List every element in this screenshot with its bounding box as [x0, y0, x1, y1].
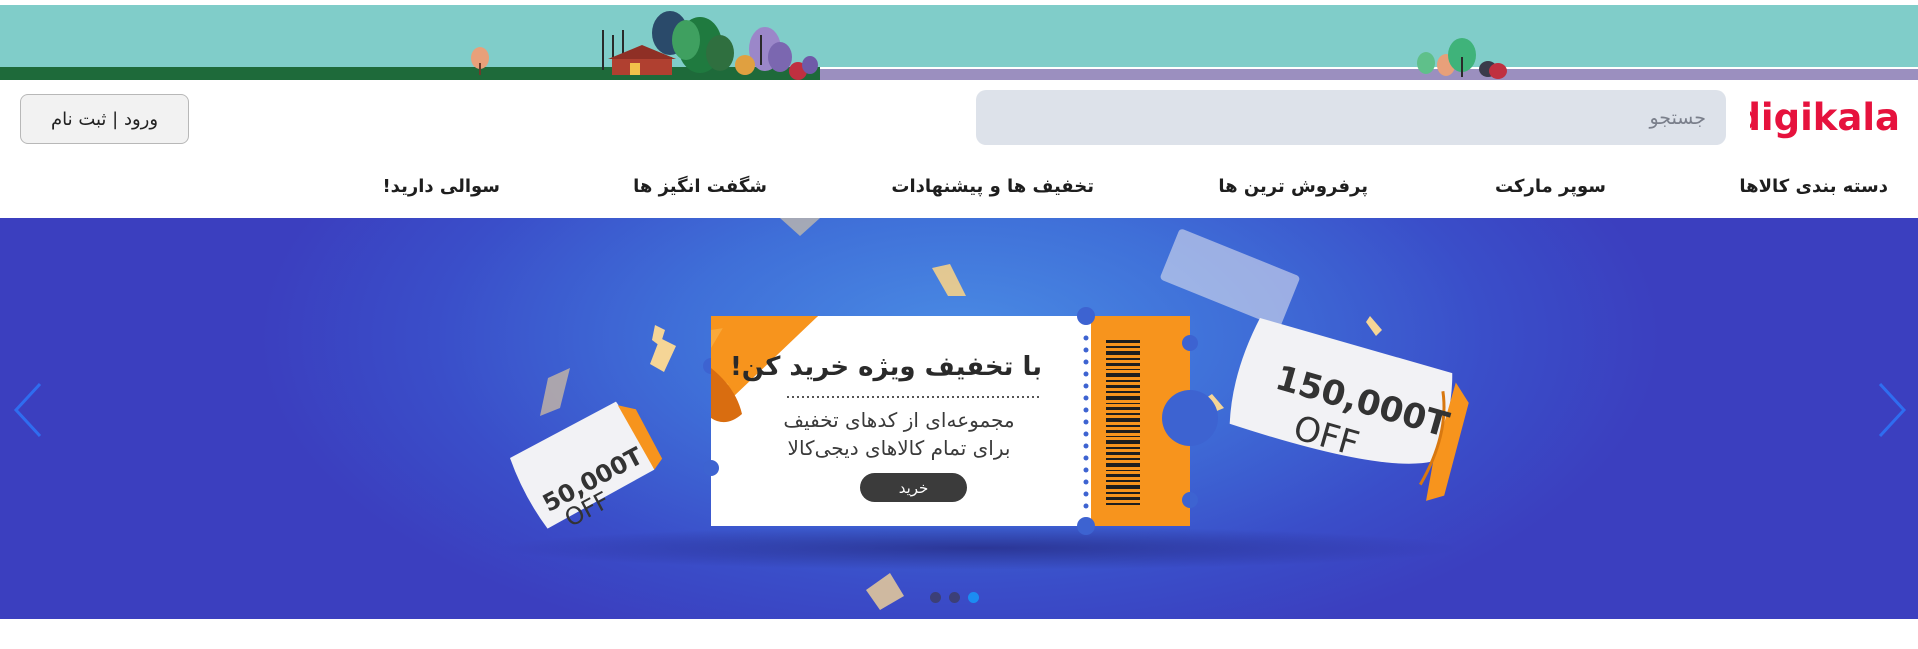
hero-subtitle-line2: برای تمام کالاهای دیجی‌کالا — [787, 436, 1011, 460]
landscape-illustration — [0, 5, 1918, 80]
site-header: digikala ورود | ثبت نام — [0, 80, 1918, 160]
nav-item-amazing[interactable]: شگفت انگیز ها — [633, 172, 767, 202]
search-input[interactable] — [1106, 90, 1706, 145]
slider-dot-1[interactable] — [930, 592, 941, 603]
nav-item-categories[interactable]: دسته بندی کالاها — [1739, 172, 1888, 202]
logo-text: digikala — [1750, 96, 1900, 139]
nav-item-supermarket[interactable]: سوپر مارکت — [1495, 172, 1606, 202]
digikala-logo-mark: digikala — [1734, 96, 1900, 139]
digikala-logo[interactable]: digikala — [1734, 92, 1900, 142]
slider-dot-2[interactable] — [949, 592, 960, 603]
hero-slider[interactable]: 150,000T OFF 50,000T OFF با تخفیف ویژه خ… — [0, 218, 1918, 619]
slider-pagination — [930, 592, 979, 606]
search-box[interactable] — [976, 90, 1726, 145]
nav-item-offers[interactable]: تخفیف ها و پیشنهادات — [891, 172, 1094, 202]
top-promo-banner[interactable] — [0, 0, 1918, 80]
hero-buy-button[interactable]: خرید — [860, 473, 967, 502]
slider-next-button[interactable] — [1874, 378, 1910, 442]
nav-item-faq[interactable]: سوالی دارید! — [382, 172, 500, 202]
hero-title: با تخفیف ویژه خرید کن! — [729, 352, 1042, 382]
nav-item-bestsellers[interactable]: پرفروش ترین ها — [1218, 172, 1368, 202]
main-navigation: دسته بندی کالاها سوپر مارکت پرفروش ترین … — [0, 160, 1918, 218]
chevron-left-icon — [13, 382, 42, 438]
slider-dot-3[interactable] — [968, 592, 979, 603]
hero-subtitle-line1: مجموعه‌ای از کدهای تخفیف — [783, 408, 1015, 432]
login-register-button[interactable]: ورود | ثبت نام — [20, 94, 189, 144]
slider-prev-button[interactable] — [10, 378, 46, 442]
chevron-right-icon — [1878, 382, 1907, 438]
